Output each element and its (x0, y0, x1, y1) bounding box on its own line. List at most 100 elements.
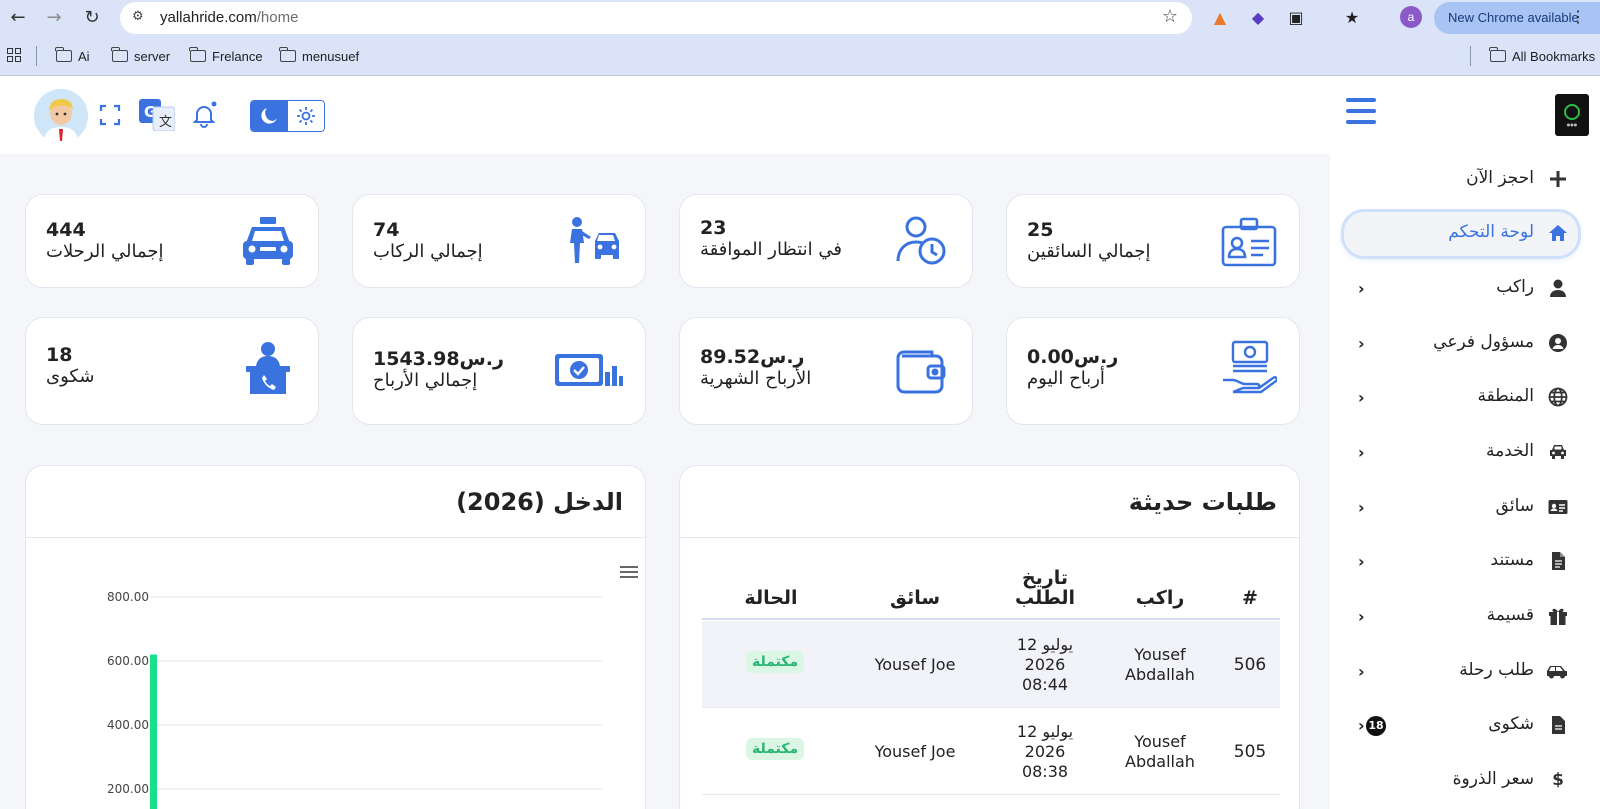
new-chrome-button[interactable]: New Chrome available ⋮ (1434, 2, 1600, 34)
sidebar-item-complaints[interactable]: شكوى 18 ‹ (1344, 704, 1578, 748)
forward-icon[interactable]: → (42, 6, 66, 30)
sidebar-item-label: مسؤول فرعي (1433, 332, 1534, 352)
apps-grid-icon[interactable] (7, 48, 21, 62)
url-text[interactable]: yallahride.com/home (160, 9, 298, 26)
sidebar-item-sub-admin[interactable]: مسؤول فرعي ‹ (1344, 322, 1578, 366)
stat-label: الأرباح الشهرية (700, 368, 812, 389)
recent-requests-panel: طلبات حديثة # راكب تاريخ الطلب سائق الحا… (679, 465, 1300, 809)
moon-icon (261, 108, 278, 124)
sidebar-item-document[interactable]: مستند ‹ (1344, 540, 1578, 584)
bookmark-menusuef[interactable]: menusuef (279, 47, 359, 65)
theme-toggle[interactable] (250, 100, 325, 132)
folder-icon (55, 47, 72, 62)
dark-mode-button[interactable] (251, 101, 288, 131)
stat-label: إجمالي السائقين (1027, 241, 1151, 262)
bookmark-star-icon[interactable]: ☆ (1162, 6, 1178, 27)
profile-avatar[interactable]: a (1400, 6, 1422, 28)
stat-value: 444 (46, 219, 86, 241)
sidebar-item-service[interactable]: الخدمة ‹ (1344, 431, 1578, 475)
user-circle-icon (1548, 333, 1568, 353)
file-icon (1548, 715, 1568, 735)
chevron-left-icon: ‹ (1358, 279, 1365, 298)
sidebar-item-label: سعر الذروة (1452, 769, 1534, 789)
stat-today-earnings[interactable]: 0.00ر.س أرباح اليوم (1006, 317, 1300, 425)
stat-total-riders[interactable]: 74 إجمالي الركاب (352, 194, 646, 288)
menu-dots-icon[interactable]: ⋮ (1570, 2, 1586, 34)
user-avatar[interactable] (34, 89, 88, 143)
reading-list-icon[interactable]: ★ (1340, 6, 1364, 30)
stat-label: إجمالي الرحلات (46, 241, 164, 262)
y-tick-label: 600.00 (107, 654, 149, 668)
extension-puzzle-orange-icon[interactable]: ▲ (1208, 6, 1232, 30)
cell-rider: Yousef Abdallah (1125, 732, 1195, 771)
extensions-icon[interactable]: ▣ (1284, 6, 1308, 30)
site-info-icon[interactable]: ⚙ (132, 9, 150, 27)
all-bookmarks[interactable]: All Bookmarks (1489, 47, 1595, 65)
sidebar-item-coupon[interactable]: قسيمة ‹ (1344, 595, 1578, 639)
sidebar-item-label: المنطقة (1477, 386, 1534, 406)
sidebar-item-driver[interactable]: سائق ‹ (1344, 486, 1578, 530)
address-bar[interactable]: ⚙ yallahride.com/home ☆ (120, 2, 1192, 34)
reload-icon[interactable]: ↻ (80, 6, 104, 30)
sidebar-item-rider[interactable]: راكب ‹ (1344, 267, 1578, 311)
stat-monthly-earnings[interactable]: 89.52ر.س الأرباح الشهرية (679, 317, 973, 425)
bookmark-ai[interactable]: Ai (55, 47, 90, 65)
income-chart: 200.00 400.00 600.00 800.00 (107, 590, 602, 809)
cell-rider: Yousef Abdallah (1125, 645, 1195, 684)
cell-id: 506 (1233, 655, 1267, 675)
sidebar-toggle-icon[interactable] (1346, 98, 1376, 126)
support-desk-icon (240, 340, 296, 396)
stat-total-trips[interactable]: 444 إجمالي الرحلات (25, 194, 319, 288)
fullscreen-icon[interactable] (96, 101, 124, 129)
notification-bell-icon[interactable] (190, 101, 218, 129)
car-icon (1548, 442, 1568, 462)
table-row[interactable]: 505 Yousef Abdallah 12 يوليو 2026 08:38 … (702, 708, 1280, 795)
stat-label: في انتظار الموافقة (700, 239, 842, 260)
dollar-icon: $ (1552, 770, 1564, 790)
light-mode-button[interactable] (287, 101, 324, 131)
folder-icon (279, 47, 296, 62)
bookmark-server[interactable]: server (111, 47, 170, 65)
sidebar-item-dashboard[interactable]: لوحة التحكم (1344, 212, 1578, 256)
folder-icon (1489, 47, 1506, 62)
y-tick-label: 800.00 (107, 590, 149, 604)
cell-id: 505 (1233, 742, 1267, 762)
sidebar-item-surge-price[interactable]: $ سعر الذروة (1344, 759, 1578, 803)
stat-value: 0.00ر.س (1027, 346, 1119, 368)
back-icon[interactable]: ← (6, 6, 30, 30)
income-chart-title: الدخل (2026) (456, 488, 623, 516)
table-header: # راكب تاريخ الطلب سائق الحالة (702, 568, 1280, 620)
stat-complaints[interactable]: 18 شكوى (25, 317, 319, 425)
translate-icon[interactable]: G文 (139, 99, 176, 132)
chevron-left-icon: ‹ (1358, 443, 1365, 462)
stat-label: أرباح اليوم (1027, 368, 1105, 389)
sidebar-item-ride-request[interactable]: طلب رحلة ‹ (1344, 650, 1578, 694)
stat-value: 18 (46, 344, 73, 366)
stat-total-drivers[interactable]: 25 إجمالي السائقين (1006, 194, 1300, 288)
stat-value: 89.52ر.س (700, 346, 805, 368)
cell-date: 12 يوليو 2026 08:44 (1016, 635, 1074, 694)
chevron-left-icon: ‹ (1358, 498, 1365, 517)
stat-value: 74 (373, 219, 400, 241)
sidebar-item-label: شكوى (1488, 714, 1534, 734)
col-rider: راكب (1135, 587, 1185, 609)
brand-logo[interactable]: ●●● (1555, 94, 1589, 136)
extension-diamond-icon[interactable]: ◆ (1246, 6, 1270, 30)
income-chart-panel: الدخل (2026) 200.00 400.00 600.00 800.00 (25, 465, 646, 809)
income-bar[interactable] (150, 654, 157, 809)
sidebar-item-region[interactable]: المنطقة ‹ (1344, 376, 1578, 420)
cash-chart-icon (553, 344, 623, 400)
folder-icon (189, 47, 206, 62)
chevron-left-icon: ‹ (1358, 388, 1365, 407)
wallet-icon (894, 342, 950, 398)
sidebar-item-label: قسيمة (1486, 605, 1534, 625)
stat-total-earnings[interactable]: 1543.98ر.س إجمالي الأرباح (352, 317, 646, 425)
sidebar-item-book-now[interactable]: احجز الآن (1344, 158, 1578, 202)
dashboard-main: 444 إجمالي الرحلات 74 إجمالي الركاب 23 ف… (0, 154, 1330, 809)
y-tick-label: 200.00 (107, 782, 149, 796)
status-badge: مكتملة (746, 651, 805, 673)
status-badge: مكتملة (746, 738, 805, 760)
bookmark-frelance[interactable]: Frelance (189, 47, 263, 65)
table-row[interactable]: 506 Yousef Abdallah 12 يوليو 2026 08:44 … (702, 621, 1280, 708)
stat-pending-approval[interactable]: 23 في انتظار الموافقة (679, 194, 973, 288)
